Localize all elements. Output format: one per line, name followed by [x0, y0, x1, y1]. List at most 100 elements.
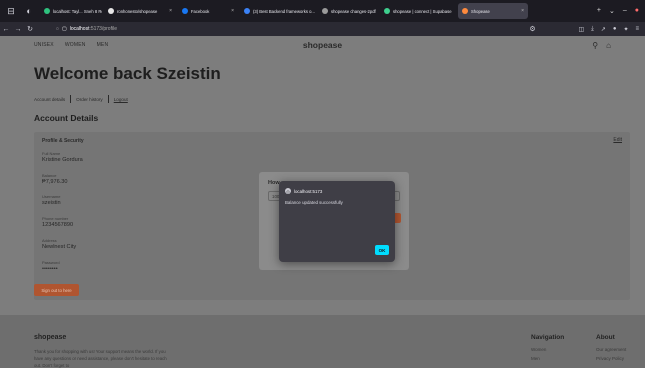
tab-favicon-icon: [462, 8, 468, 14]
order-history-link[interactable]: Order history: [76, 97, 103, 102]
logout-link[interactable]: Logout: [114, 97, 128, 102]
footer-link[interactable]: Privacy Policy: [596, 356, 626, 361]
field-label: Address: [42, 238, 57, 243]
field-value: Kristine Gordura: [42, 157, 83, 163]
share-icon[interactable]: ↗: [601, 26, 606, 33]
field-username: Username szeistin: [42, 194, 61, 206]
alert-dialog: ◎ localhost:5173 Balance updated success…: [279, 181, 395, 262]
footer-link[interactable]: Men: [531, 356, 564, 361]
page-icon: ▢: [61, 26, 67, 32]
site-header: UNISEX WOMEN MEN shopease ⚲ ⌂: [0, 36, 645, 54]
browser-tab[interactable]: (3) Best Backend frameworks o...×: [240, 3, 316, 19]
menu-icon[interactable]: ≡: [635, 26, 639, 33]
tab-label: Facebook: [191, 8, 210, 14]
tab-favicon-icon: [44, 8, 50, 14]
tab-close-icon[interactable]: ×: [166, 8, 172, 14]
minimize-icon[interactable]: –: [623, 7, 627, 15]
sign-out-button[interactable]: Sign out to here: [34, 284, 79, 296]
new-tab-icon[interactable]: +: [597, 7, 601, 15]
edit-link[interactable]: Edit: [613, 137, 622, 143]
shield-icon: ◌: [56, 26, 59, 32]
welcome-title: Welcome back Szeistin: [34, 64, 221, 83]
globe-icon: ◎: [285, 188, 291, 194]
extension-icon[interactable]: ⚙: [526, 25, 538, 33]
tab-favicon-icon: [244, 8, 250, 14]
nav-women[interactable]: WOMEN: [65, 42, 86, 48]
field-value: 1234567890: [42, 222, 74, 228]
footer-about: About Our agreement Privacy Policy: [596, 334, 626, 361]
field-balance: Balance ₱7,976.30: [42, 173, 68, 185]
tab-close-icon[interactable]: ×: [455, 8, 456, 14]
field-value: Newlnest City: [42, 244, 77, 250]
field-phone: Phone number 1234567890: [42, 216, 73, 228]
field-value: ₱7,976.30: [42, 179, 68, 185]
footer-navigation: Navigation Women Men: [531, 334, 564, 361]
field-value: szeistin: [42, 200, 61, 206]
section-title: Profile & Security: [42, 138, 84, 144]
separator: [70, 95, 72, 103]
footer-brand: shopease: [34, 334, 67, 341]
back-icon[interactable]: ←: [0, 26, 12, 33]
tab-favicon-icon: [322, 8, 328, 14]
page: UNISEX WOMEN MEN shopease ⚲ ⌂ Welcome ba…: [0, 36, 645, 368]
browser-tab[interactable]: ronhonesto/shopease ×: [104, 3, 176, 19]
alert-header: ◎ localhost:5173: [285, 188, 322, 194]
cart-icon[interactable]: ⌂: [606, 41, 611, 50]
tab-label: shopease | connect | Supabase: [393, 8, 452, 14]
pocket-icon[interactable]: ◫: [578, 26, 584, 33]
browser-tab[interactable]: Facebook ×: [178, 3, 238, 19]
url-host: localhost: [69, 26, 90, 32]
footer-col-title: About: [596, 334, 615, 341]
tab-favicon-icon: [182, 8, 188, 14]
tab-close-icon[interactable]: ×: [518, 8, 524, 14]
field-label: Balance: [42, 173, 57, 178]
field-password: Password ••••••••: [42, 260, 60, 272]
user-icon[interactable]: ⚲: [592, 41, 598, 50]
field-full-name: Full Name Kristine Gordura: [42, 151, 83, 163]
forward-icon[interactable]: →: [12, 26, 24, 33]
extensions-icon[interactable]: ✦: [623, 26, 628, 33]
field-label: Full Name: [42, 151, 61, 156]
footer-description: Thank you for shopping with us! Your sup…: [34, 349, 167, 368]
nav-men[interactable]: MEN: [97, 42, 109, 48]
alert-title: localhost:5173: [294, 188, 323, 194]
account-details-link[interactable]: Account details: [34, 97, 65, 102]
browser-tab[interactable]: shopease | connect | Supabase×: [380, 3, 456, 19]
nav-unisex[interactable]: UNISEX: [34, 42, 54, 48]
reload-icon[interactable]: ↻: [24, 25, 36, 33]
footer-col-title: Navigation: [531, 334, 565, 341]
tab-label: Shopease: [471, 8, 490, 14]
account-title: Account Details: [34, 113, 99, 123]
list-tabs-icon[interactable]: ⌄: [609, 7, 615, 15]
field-label: Username: [42, 194, 61, 199]
tab-close-icon[interactable]: ×: [228, 8, 234, 14]
tab-bar: ⊟ ◐ localhost: Tayl... Sneh 8 Ready×ronh…: [0, 0, 645, 22]
ok-button[interactable]: OK: [375, 245, 389, 255]
alert-message: Balance updated successfully: [285, 200, 343, 205]
close-window-icon[interactable]: ●: [635, 7, 639, 15]
browser-tab[interactable]: shopease changes-2pdf×: [318, 3, 378, 19]
browser-tab[interactable]: Shopease ×: [458, 3, 528, 19]
field-address: Address Newlnest City: [42, 238, 76, 250]
footer-link[interactable]: Women: [531, 347, 564, 352]
tab-favicon-icon: [108, 8, 114, 14]
url-path: :5173/profile: [89, 26, 117, 32]
tab-favicon-icon: [384, 8, 390, 14]
sidebar-icon[interactable]: ⊟: [4, 4, 18, 18]
download-icon[interactable]: ⤓: [591, 26, 594, 33]
footer-link[interactable]: Our agreement: [596, 347, 626, 352]
nav-bar: ← → ↻ ◌ ▢ localhost:5173/profile ⚙ ◫ ⤓ ↗…: [0, 22, 645, 36]
firefox-view-icon[interactable]: ◐: [22, 4, 36, 18]
site-footer: shopease Thank you for shopping with us!…: [0, 315, 645, 368]
separator: [107, 95, 109, 103]
tab-label: ronhonesto/shopease: [117, 8, 158, 14]
account-icon[interactable]: ●: [613, 26, 617, 33]
modal-title: How: [268, 180, 280, 186]
browser-tab[interactable]: localhost: Tayl... Sneh 8 Ready×: [40, 3, 102, 19]
field-value: ••••••••: [42, 266, 58, 272]
field-label: Phone number: [42, 216, 69, 221]
browser-window: ⊟ ◐ localhost: Tayl... Sneh 8 Ready×ronh…: [0, 0, 645, 368]
tab-label: localhost: Tayl... Sneh 8 Ready: [53, 8, 102, 14]
field-label: Password: [42, 260, 60, 265]
url-bar[interactable]: ◌ ▢ localhost:5173/profile: [56, 26, 526, 32]
